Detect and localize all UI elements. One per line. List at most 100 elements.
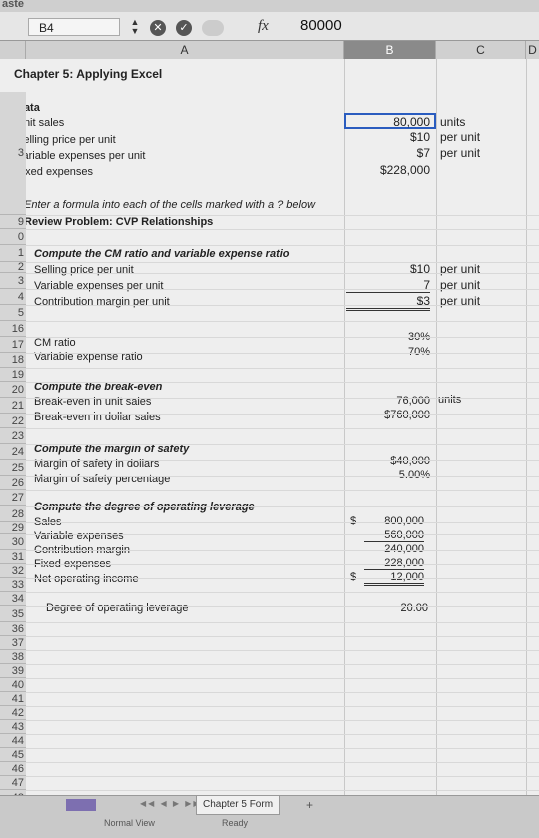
row-number[interactable]: 23 bbox=[0, 428, 26, 444]
variable-value[interactable]: 560,000 bbox=[364, 529, 424, 542]
row-number[interactable]: 37 bbox=[0, 636, 26, 650]
cm-price-label[interactable]: Selling price per unit bbox=[34, 264, 134, 276]
row-number[interactable]: 2 bbox=[0, 262, 26, 273]
price-label[interactable]: Selling price per unit bbox=[16, 134, 116, 146]
row-number[interactable]: 29 bbox=[0, 522, 26, 534]
unit-sales-value[interactable]: 80,000 bbox=[346, 115, 430, 129]
fixed-expense-label[interactable]: Fixed expenses bbox=[16, 166, 93, 178]
row-number[interactable]: 36 bbox=[0, 622, 26, 636]
variable-label[interactable]: Variable expenses bbox=[34, 530, 124, 542]
select-all-corner[interactable] bbox=[0, 41, 26, 59]
ms-pct-label[interactable]: Margin of safety percentage bbox=[34, 473, 170, 485]
row-number[interactable]: 0 bbox=[0, 229, 26, 245]
row-number[interactable]: 42 bbox=[0, 706, 26, 720]
row-number[interactable]: 28 bbox=[0, 506, 26, 522]
row-number[interactable]: 44 bbox=[0, 734, 26, 748]
row-number[interactable]: 40 bbox=[0, 678, 26, 692]
row-number[interactable]: 31 bbox=[0, 550, 26, 564]
row-number[interactable]: 32 bbox=[0, 564, 26, 578]
sheet-nav-arrows-icon[interactable]: ◀◀ ◀ ▶ ▶▶ bbox=[140, 799, 202, 808]
row-number[interactable]: 18 bbox=[0, 353, 26, 368]
sales-value[interactable]: 800,000 bbox=[364, 515, 424, 527]
row-number[interactable]: 20 bbox=[0, 382, 26, 398]
row-number[interactable]: 21 bbox=[0, 398, 26, 414]
row-number[interactable]: 5 bbox=[0, 305, 26, 321]
review-title[interactable]: Review Problem: CVP Relationships bbox=[24, 216, 213, 228]
noi-label[interactable]: Net operating income bbox=[34, 573, 139, 585]
cm-variable-label[interactable]: Variable expenses per unit bbox=[34, 280, 163, 292]
row-number[interactable]: 43 bbox=[0, 720, 26, 734]
noi-dollar-sign[interactable]: $ bbox=[350, 571, 356, 583]
column-header-d[interactable]: D bbox=[526, 41, 539, 59]
row-number[interactable]: 3 bbox=[0, 92, 26, 215]
row-number[interactable]: 22 bbox=[0, 414, 26, 428]
variable-expense-unit[interactable]: per unit bbox=[440, 146, 480, 160]
ve-ratio-value[interactable]: 70% bbox=[346, 346, 430, 358]
row-number[interactable]: 19 bbox=[0, 368, 26, 382]
variable-expense-value[interactable]: $7 bbox=[346, 146, 430, 160]
contribution-value[interactable]: 240,000 bbox=[364, 543, 424, 555]
price-value[interactable]: $10 bbox=[346, 130, 430, 144]
cm-ratio-label[interactable]: CM ratio bbox=[34, 337, 76, 349]
dol-value[interactable]: 20.00 bbox=[346, 602, 428, 614]
row-number[interactable]: 16 bbox=[0, 321, 26, 337]
row-number[interactable]: 34 bbox=[0, 592, 26, 606]
row-number[interactable]: 47 bbox=[0, 776, 26, 790]
row-number[interactable]: 4 bbox=[0, 289, 26, 305]
cancel-icon[interactable]: ✕ bbox=[150, 20, 166, 36]
row-number[interactable]: 27 bbox=[0, 490, 26, 506]
name-box-dropdown-icon[interactable]: ▲ ▼ bbox=[128, 18, 142, 36]
variable-expense-label[interactable]: Variable expenses per unit bbox=[16, 150, 145, 162]
column-divider bbox=[436, 59, 437, 795]
column-header-c[interactable]: C bbox=[436, 41, 526, 59]
be-dollars-value[interactable]: $760,000 bbox=[346, 409, 430, 421]
cm-variable-value[interactable]: 7 bbox=[346, 278, 430, 293]
be-units-value[interactable]: 76,000 bbox=[346, 395, 430, 407]
row-number[interactable]: 25 bbox=[0, 460, 26, 476]
menu-fragment: aste bbox=[2, 0, 25, 10]
row-number[interactable]: 45 bbox=[0, 748, 26, 762]
row-number[interactable]: 1 bbox=[0, 245, 26, 262]
bottom-bar: ◀◀ ◀ ▶ ▶▶ Chapter 5 Form + Normal View R… bbox=[0, 795, 539, 838]
row-number[interactable]: 38 bbox=[0, 650, 26, 664]
name-box[interactable]: B4 bbox=[28, 18, 120, 36]
fx-icon[interactable]: fx bbox=[258, 18, 269, 35]
cm-margin-value[interactable]: $3 bbox=[346, 294, 430, 311]
add-sheet-icon[interactable]: + bbox=[306, 798, 313, 812]
formula-bar: B4 ▲ ▼ ✕ ✓ fx 80000 bbox=[0, 12, 539, 41]
row-number[interactable]: 24 bbox=[0, 444, 26, 460]
row-number[interactable]: 39 bbox=[0, 664, 26, 678]
unit-sales-unit[interactable]: units bbox=[440, 115, 465, 129]
row-number[interactable]: 35 bbox=[0, 606, 26, 622]
ms-dollars-value[interactable]: $40,000 bbox=[346, 455, 430, 467]
row-number[interactable]: 33 bbox=[0, 578, 26, 592]
confirm-icon[interactable]: ✓ bbox=[176, 20, 192, 36]
row-number[interactable]: 41 bbox=[0, 692, 26, 706]
cm-section-header[interactable]: Compute the CM ratio and variable expens… bbox=[34, 248, 290, 260]
row-number[interactable]: 46 bbox=[0, 762, 26, 776]
view-mode-icon[interactable] bbox=[66, 799, 96, 811]
row-number[interactable]: 17 bbox=[0, 337, 26, 353]
dol-section-header[interactable]: Compute the degree of operating leverage bbox=[34, 501, 255, 513]
dol-label[interactable]: Degree of operating leverage bbox=[46, 602, 188, 614]
worksheet-grid[interactable]: Chapter 5: Applying Excel Data Unit sale… bbox=[0, 59, 539, 807]
formula-toggle-icon[interactable] bbox=[202, 20, 224, 36]
row-gridline bbox=[26, 476, 539, 477]
row-number[interactable]: 26 bbox=[0, 476, 26, 490]
sales-dollar-sign[interactable]: $ bbox=[350, 515, 356, 527]
column-header-b[interactable]: B bbox=[344, 41, 436, 59]
row-number[interactable]: 3 bbox=[0, 273, 26, 289]
price-unit[interactable]: per unit bbox=[440, 130, 480, 144]
formula-input[interactable]: 80000 bbox=[300, 17, 342, 34]
column-header-a[interactable]: A bbox=[26, 41, 344, 59]
cm-margin-label[interactable]: Contribution margin per unit bbox=[34, 296, 170, 308]
row-number[interactable]: 30 bbox=[0, 534, 26, 550]
be-dollars-label[interactable]: Break-even in dollar sales bbox=[34, 411, 161, 423]
be-units-unit[interactable]: units bbox=[438, 394, 461, 406]
sheet-tab[interactable]: Chapter 5 Form bbox=[196, 796, 281, 815]
fixed-expense-value[interactable]: $228,000 bbox=[346, 163, 430, 177]
instruction-text[interactable]: Enter a formula into each of the cells m… bbox=[24, 199, 315, 211]
sheet-title[interactable]: Chapter 5: Applying Excel bbox=[14, 67, 162, 81]
row-number[interactable]: 9 bbox=[0, 215, 26, 229]
ms-pct-value[interactable]: 5.00% bbox=[346, 469, 430, 481]
